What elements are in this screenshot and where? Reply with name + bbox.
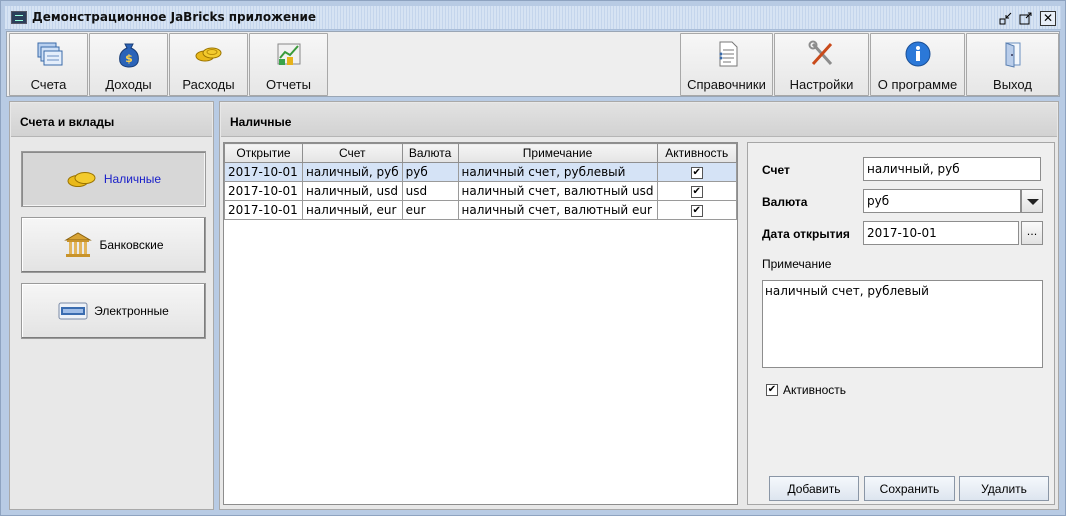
sidebar-item-label: Наличные: [103, 172, 162, 186]
note-textarea[interactable]: наличный счет, рублевый: [762, 280, 1043, 368]
active-checkbox[interactable]: ✔: [766, 384, 778, 396]
money-bag-icon: $: [118, 43, 139, 68]
exit-door-icon: [1005, 42, 1020, 68]
chevron-down-icon[interactable]: [1021, 189, 1043, 213]
accounts-icon: [37, 42, 62, 66]
report-chart-icon: [277, 43, 300, 65]
toolbar-income-button[interactable]: $ Доходы: [89, 33, 168, 96]
close-icon[interactable]: ✕: [1040, 11, 1056, 26]
toolbar-accounts-button[interactable]: Счета: [9, 33, 88, 96]
table-row[interactable]: 2017-10-01 наличный, руб руб наличный сч…: [224, 162, 738, 182]
toolbar-references-label: Справочники: [687, 77, 766, 92]
content-panel: Наличные Открытие Счет Валюта Примечание…: [219, 101, 1059, 510]
cell-opened: 2017-10-01: [224, 181, 303, 201]
cell-note: наличный счет, валютный eur: [457, 200, 658, 220]
sidebar-item-electronic[interactable]: Электронные: [21, 283, 206, 339]
toolbar-reports-label: Отчеты: [266, 77, 311, 92]
toolbar-income-label: Доходы: [105, 77, 152, 92]
minimize-icon[interactable]: [998, 11, 1014, 26]
toolbar-settings-button[interactable]: Настройки: [774, 33, 869, 96]
row-active-checkbox[interactable]: ✔: [690, 204, 703, 217]
toolbar-settings-label: Настройки: [789, 77, 854, 92]
column-header-account[interactable]: Счет: [301, 143, 403, 163]
cell-currency: eur: [401, 200, 459, 220]
table-row[interactable]: 2017-10-01 наличный, usd usd наличный сч…: [224, 181, 738, 201]
sidebar-item-bank[interactable]: Банковские: [21, 217, 206, 273]
coins-icon: [195, 47, 221, 62]
cell-account: наличный, руб: [301, 162, 403, 182]
account-label: Счет: [762, 163, 790, 177]
cell-currency: usd: [401, 181, 459, 201]
currency-label: Валюта: [762, 195, 808, 209]
paypal-icon: [58, 302, 88, 320]
cell-currency: руб: [401, 162, 459, 182]
cell-active: ✔: [656, 162, 738, 182]
row-active-checkbox[interactable]: ✔: [690, 166, 703, 179]
currency-select[interactable]: руб: [863, 189, 1021, 213]
open-date-label: Дата открытия: [762, 227, 850, 241]
cell-note: наличный счет, валютный usd: [457, 181, 658, 201]
active-checkbox-label: Активность: [783, 383, 847, 397]
active-checkbox-row[interactable]: ✔ Активность: [766, 383, 846, 397]
cell-opened: 2017-10-01: [224, 200, 303, 220]
cell-note: наличный счет, рублевый: [457, 162, 658, 182]
sidebar-item-label: Электронные: [94, 304, 169, 318]
cell-active: ✔: [656, 181, 738, 201]
sidebar-item-label: Банковские: [99, 238, 164, 252]
toolbar-reports-button[interactable]: Отчеты: [249, 33, 328, 96]
toolbar-accounts-label: Счета: [30, 77, 67, 92]
save-button[interactable]: Сохранить: [864, 476, 955, 501]
page-title: Наличные: [221, 103, 1057, 137]
date-picker-button[interactable]: ...: [1021, 221, 1043, 245]
coins-icon: [67, 172, 96, 187]
toolbar-about-label: О программе: [877, 77, 958, 92]
tools-icon: [808, 40, 832, 66]
app-window: Демонстрационное JaBricks приложение ✕ С…: [0, 0, 1066, 516]
window-title: Демонстрационное JaBricks приложение: [32, 10, 317, 24]
note-label: Примечание: [762, 257, 832, 271]
accounts-table[interactable]: Открытие Счет Валюта Примечание Активнос…: [223, 142, 738, 505]
sidebar-title: Счета и вклады: [11, 103, 212, 137]
sidebar-item-cash[interactable]: Наличные: [21, 151, 206, 207]
maximize-icon[interactable]: [1018, 11, 1034, 26]
info-icon: [905, 41, 930, 67]
cell-active: ✔: [656, 200, 738, 220]
cell-opened: 2017-10-01: [224, 162, 303, 182]
accounts-sidebar: Счета и вклады Наличные Банковские Элект…: [9, 101, 214, 510]
account-details-form: Счет наличный, руб Валюта руб Дата откры…: [747, 142, 1055, 505]
bank-icon: [64, 232, 93, 257]
column-header-note[interactable]: Примечание: [457, 143, 658, 163]
app-icon: [11, 11, 27, 24]
open-date-field[interactable]: 2017-10-01: [863, 221, 1019, 245]
toolbar-about-button[interactable]: О программе: [870, 33, 965, 96]
toolbar-expenses-button[interactable]: Расходы: [169, 33, 248, 96]
title-bar[interactable]: Демонстрационное JaBricks приложение ✕: [5, 6, 1061, 30]
toolbar-exit-label: Выход: [993, 77, 1032, 92]
svg-text:$: $: [125, 52, 133, 65]
cell-account: наличный, usd: [301, 181, 403, 201]
account-name-field[interactable]: наличный, руб: [863, 157, 1041, 181]
delete-button[interactable]: Удалить: [959, 476, 1049, 501]
add-button[interactable]: Добавить: [769, 476, 859, 501]
reference-document-icon: [719, 41, 737, 67]
toolbar-expenses-label: Расходы: [182, 77, 235, 92]
toolbar-references-button[interactable]: Справочники: [680, 33, 773, 96]
cell-account: наличный, eur: [301, 200, 403, 220]
toolbar-exit-button[interactable]: Выход: [966, 33, 1059, 96]
main-toolbar: Счета $ Доходы Расходы Отчеты Справочник…: [6, 31, 1060, 97]
row-active-checkbox[interactable]: ✔: [690, 185, 703, 198]
column-header-opened[interactable]: Открытие: [224, 143, 303, 163]
column-header-currency[interactable]: Валюта: [401, 143, 459, 163]
table-row[interactable]: 2017-10-01 наличный, eur eur наличный сч…: [224, 200, 738, 220]
table-header-row: Открытие Счет Валюта Примечание Активнос…: [224, 143, 738, 163]
column-header-active[interactable]: Активность: [656, 143, 738, 163]
